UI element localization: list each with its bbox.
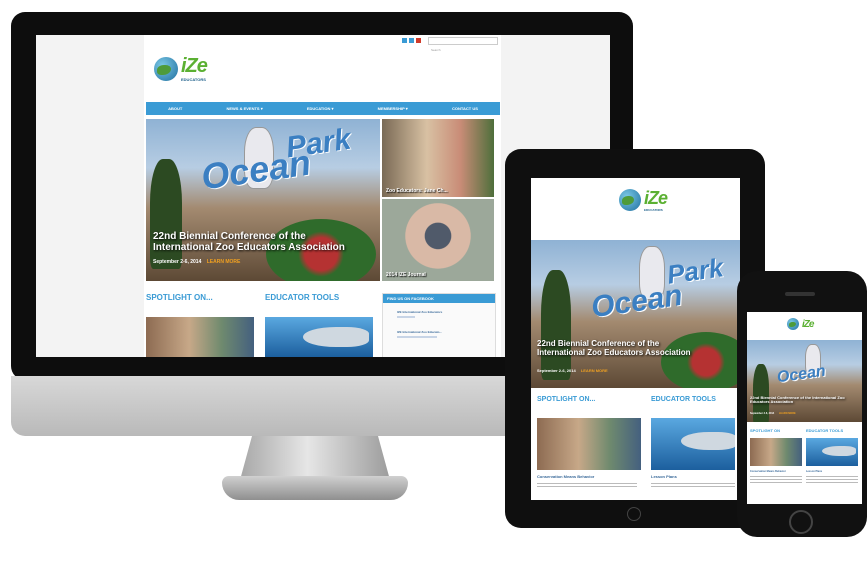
nav-education[interactable]: Education ▾ — [307, 106, 334, 111]
logo-wordmark: iZe — [181, 55, 208, 77]
tablet-home-button[interactable] — [627, 507, 641, 521]
site-logo[interactable]: iZe EDUCATORS — [154, 55, 208, 82]
side-story-1[interactable]: Zoo Educators: Jane Ch... — [382, 119, 494, 197]
phone-hero-title: 22nd Biennial Conference of the Internat… — [750, 395, 845, 405]
phone-home-button[interactable] — [789, 510, 813, 534]
fb-entry-2[interactable]: IZE International Zoo Educato... — [397, 330, 442, 334]
social-icons — [402, 38, 421, 43]
facebook-icon[interactable] — [402, 38, 407, 43]
globe-icon — [619, 189, 641, 211]
nav-membership[interactable]: Membership ▾ — [378, 106, 408, 111]
search-input[interactable]: Search — [428, 37, 498, 52]
phone-caption-2[interactable]: Lesson Plans — [806, 470, 822, 473]
hero-title: 22nd Biennial Conference of the Internat… — [153, 231, 345, 253]
nav-news-events[interactable]: News & Events ▾ — [226, 106, 262, 111]
phone-hero[interactable]: Ocean 22nd Biennial Conference of the In… — [747, 340, 862, 422]
spotlight-heading: SPOTLIGHT ON... — [146, 293, 213, 302]
tools-heading: EDUCATOR TOOLS — [265, 293, 340, 302]
logo-subtitle: EDUCATORS — [181, 77, 206, 82]
tablet-logo[interactable]: iZe EDUCATORS — [619, 188, 668, 212]
tablet-caption-2[interactable]: Lesson Plans — [651, 474, 677, 479]
facebook-heading: FIND US ON FACEBOOK — [383, 294, 495, 303]
side-story-2[interactable]: 2014 IZE Journal — [382, 199, 494, 281]
fb-entry-1[interactable]: IZE International Zoo Educators — [397, 310, 442, 314]
apple-logo-icon — [310, 391, 334, 417]
tablet-spotlight-thumb[interactable] — [537, 418, 641, 470]
phone-screen: iZe Ocean 22nd Biennial Conference of th… — [747, 312, 862, 504]
hero-banner[interactable]: Ocean Park 22nd Biennial Conference of t… — [146, 119, 380, 281]
phone-spotlight-thumb[interactable] — [750, 438, 802, 466]
imac-stand-foot — [222, 476, 408, 500]
tablet-hero[interactable]: Ocean Park 22nd Biennial Conference of t… — [531, 240, 740, 388]
search-placeholder: Search — [431, 48, 441, 52]
tablet-tools-heading: EDUCATOR TOOLS — [651, 396, 716, 403]
logo-wordmark: iZe — [644, 188, 668, 208]
hero-date: September 2-6, 2014 LEARN MORE — [153, 259, 241, 265]
globe-icon — [154, 56, 178, 81]
nav-about[interactable]: About — [168, 106, 182, 111]
tablet-caption-1[interactable]: Conservation Means Behavior — [537, 474, 594, 479]
tablet-screen: iZe EDUCATORS Ocean Park 22nd Biennial C… — [531, 178, 740, 500]
tablet-spotlight-heading: SPOTLIGHT ON... — [537, 396, 596, 403]
phone-hero-date: September 2-6, 2014 LEARN MORE — [750, 412, 796, 415]
tablet-tools-thumb[interactable] — [651, 418, 735, 470]
twitter-icon[interactable] — [409, 38, 414, 43]
share-icon[interactable] — [416, 38, 421, 43]
main-nav: About News & Events ▾ Education ▾ Member… — [146, 102, 500, 115]
logo-wordmark: iZe — [802, 318, 814, 330]
imac-stand — [240, 436, 390, 480]
tools-thumb[interactable] — [265, 317, 373, 357]
tablet-hero-date: September 2-6, 2014 LEARN MORE — [537, 368, 608, 373]
tablet-hero-title: 22nd Biennial Conference of the Internat… — [537, 339, 691, 357]
phone-logo[interactable]: iZe — [787, 318, 814, 330]
learn-more-link[interactable]: LEARN MORE — [207, 259, 241, 265]
phone-spotlight-heading: SPOTLIGHT ON — [750, 428, 780, 433]
globe-icon — [787, 318, 799, 330]
phone-speaker — [785, 292, 815, 296]
tablet-learn-more[interactable]: LEARN MORE — [581, 368, 608, 373]
nav-contact[interactable]: Contact Us — [452, 106, 478, 111]
phone-tools-thumb[interactable] — [806, 438, 858, 466]
phone-caption-1[interactable]: Conservation Means Behavior — [750, 470, 786, 473]
spotlight-thumb[interactable] — [146, 317, 254, 357]
phone-tools-heading: EDUCATOR TOOLS — [806, 428, 844, 433]
desktop-site: Search iZe EDUCATORS About News & Events… — [144, 35, 501, 357]
facebook-widget: FIND US ON FACEBOOK IZE International Zo… — [382, 293, 496, 357]
